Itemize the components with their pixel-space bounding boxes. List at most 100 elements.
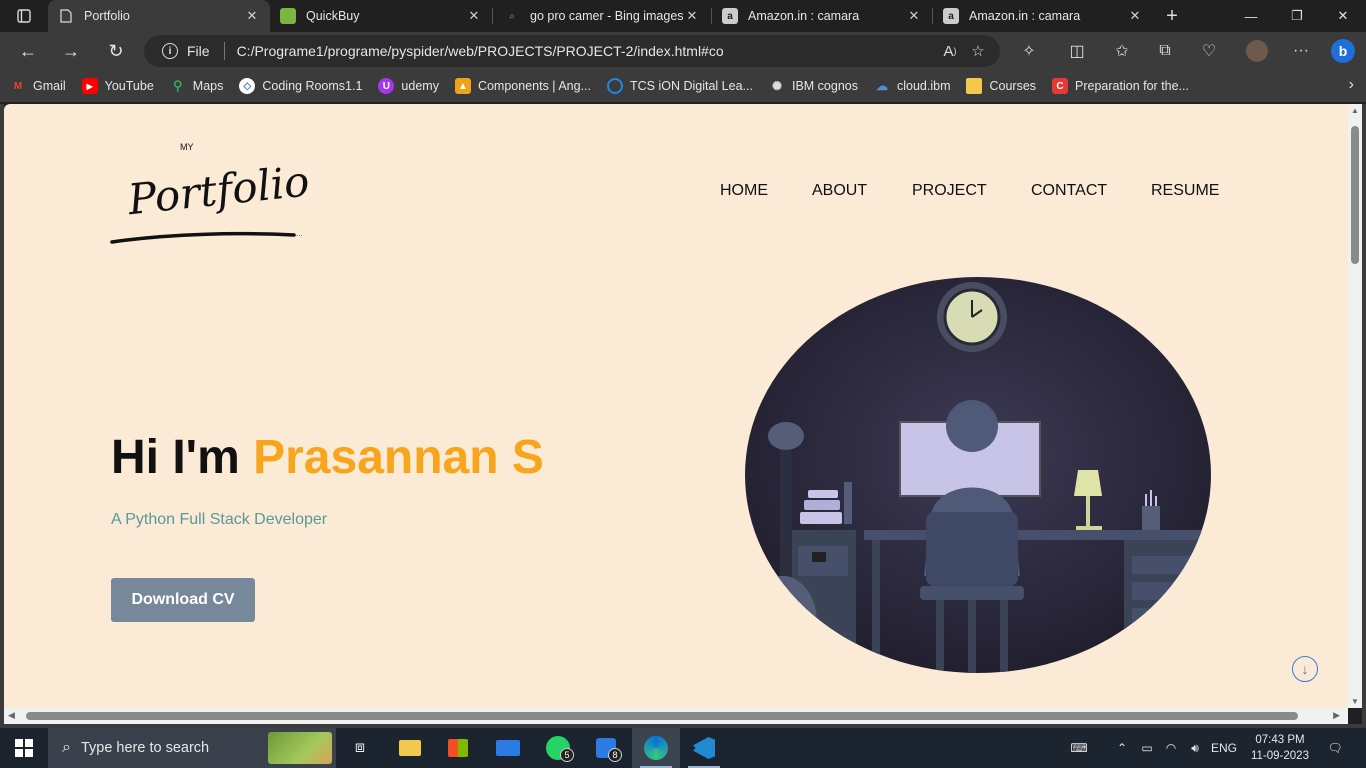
clock[interactable]: 07:43 PM 11-09-2023: [1244, 732, 1316, 764]
close-window-button[interactable]: ✕: [1320, 0, 1366, 32]
touch-keyboard-button[interactable]: ⌨: [1064, 728, 1094, 768]
bookmark-tcs[interactable]: TCS iON Digital Lea...: [607, 78, 753, 94]
angular-icon: ▲: [454, 78, 471, 94]
coding-rooms-icon: ◇: [239, 78, 256, 94]
url-text[interactable]: C:/Programe1/programe/pyspider/web/PROJE…: [237, 43, 936, 59]
store-button[interactable]: [434, 728, 482, 768]
bookmark-label: IBM cognos: [791, 79, 858, 93]
network-button[interactable]: ◠: [1160, 728, 1182, 768]
collections-button[interactable]: ⧉: [1150, 37, 1180, 65]
mail-button[interactable]: [484, 728, 532, 768]
language-indicator[interactable]: ENG: [1208, 728, 1240, 768]
tab-quickbuy[interactable]: QuickBuy ✕: [270, 0, 492, 32]
settings-menu-button[interactable]: ···: [1286, 37, 1316, 65]
notifications-button[interactable]: 🗨︎: [1320, 728, 1350, 768]
tab-strip: Portfolio ✕ QuickBuy ✕ ⌕ go pro camer - …: [0, 0, 1366, 32]
nav-resume[interactable]: RESUME: [1151, 182, 1219, 200]
scroll-down-arrow-icon[interactable]: ▼: [1348, 697, 1362, 706]
new-tab-button[interactable]: +: [1160, 4, 1184, 28]
hero-subtitle: A Python Full Stack Developer: [111, 511, 328, 528]
scroll-left-arrow-icon[interactable]: ◀: [8, 710, 15, 721]
nav-contact[interactable]: CONTACT: [1031, 182, 1107, 200]
bookmark-cloud-ibm[interactable]: ☁ cloud.ibm: [874, 78, 951, 94]
nav-home[interactable]: HOME: [720, 182, 768, 200]
bookmark-youtube[interactable]: ▶ YouTube: [81, 78, 154, 94]
start-button[interactable]: [0, 728, 48, 768]
tab-amazon-1[interactable]: a Amazon.in : camara ✕: [712, 0, 932, 32]
browser-essentials-button[interactable]: ♡: [1194, 37, 1224, 65]
horizontal-scrollbar[interactable]: ◀ ▶: [4, 708, 1348, 724]
scroll-right-arrow-icon[interactable]: ▶: [1333, 710, 1340, 721]
tab-portfolio[interactable]: Portfolio ✕: [48, 0, 270, 32]
search-highlight-image: [268, 732, 332, 764]
plus-icon: +: [1166, 4, 1178, 27]
clock-date: 11-09-2023: [1251, 750, 1309, 762]
windows-icon: [15, 739, 33, 757]
extensions-button[interactable]: ✧: [1014, 37, 1044, 65]
bing-copilot-button[interactable]: b: [1328, 37, 1358, 65]
scroll-down-button[interactable]: ↓: [1292, 656, 1318, 682]
battery-button[interactable]: ▭: [1136, 728, 1158, 768]
show-hidden-icons-button[interactable]: ⌃: [1112, 728, 1132, 768]
bookmark-preparation[interactable]: C Preparation for the...: [1052, 78, 1189, 94]
close-icon[interactable]: ✕: [466, 8, 482, 24]
tab-amazon-2[interactable]: a Amazon.in : camara ✕: [933, 0, 1153, 32]
close-icon[interactable]: ✕: [906, 8, 922, 24]
back-button[interactable]: ←: [14, 37, 42, 65]
forward-button[interactable]: →: [57, 37, 85, 65]
bookmark-label: Gmail: [33, 79, 66, 93]
bookmark-coding-rooms[interactable]: ◇ Coding Rooms1.1: [239, 78, 362, 94]
download-cv-button[interactable]: Download CV: [111, 578, 255, 622]
bookmark-maps[interactable]: ⚲ Maps: [170, 78, 223, 94]
svg-text:MY: MY: [180, 142, 194, 152]
profile-button[interactable]: [1242, 37, 1272, 65]
read-aloud-icon[interactable]: A): [936, 37, 964, 65]
bookmark-components[interactable]: ▲ Components | Ang...: [454, 78, 591, 94]
vscode-button[interactable]: [680, 728, 728, 768]
svg-text:...: ...: [296, 229, 303, 238]
split-screen-button[interactable]: ◫: [1062, 37, 1092, 65]
close-icon[interactable]: ✕: [1127, 8, 1143, 24]
info-icon[interactable]: i: [162, 43, 178, 59]
window-frame: [1362, 104, 1366, 724]
nav-about[interactable]: ABOUT: [812, 182, 867, 200]
mail-icon: [496, 740, 520, 756]
app-button[interactable]: 8: [582, 728, 630, 768]
refresh-button[interactable]: ↻: [102, 37, 130, 65]
heart-pulse-icon: ♡: [1201, 43, 1217, 60]
close-icon[interactable]: ✕: [244, 8, 260, 24]
whatsapp-button[interactable]: 5: [534, 728, 582, 768]
scroll-up-arrow-icon[interactable]: ▲: [1348, 106, 1362, 115]
file-explorer-button[interactable]: [386, 728, 434, 768]
restore-button[interactable]: ❐: [1274, 0, 1320, 32]
address-bar[interactable]: i File C:/Programe1/programe/pyspider/we…: [144, 35, 1000, 67]
task-view-button[interactable]: ⧈: [336, 728, 384, 768]
ibm-icon: ✺: [771, 79, 782, 93]
bookmark-gmail[interactable]: M Gmail: [10, 78, 66, 94]
scrollbar-thumb[interactable]: [26, 712, 1298, 720]
favorite-star-icon[interactable]: ☆: [964, 37, 992, 65]
notification-badge: 8: [608, 748, 622, 762]
bookmark-courses[interactable]: Courses: [966, 78, 1036, 94]
bing-icon: b: [1331, 39, 1355, 63]
tcs-icon: [607, 78, 623, 94]
arrow-down-icon: ↓: [1301, 661, 1309, 677]
favorites-button[interactable]: ✩: [1107, 37, 1137, 65]
volume-button[interactable]: 🔊︎: [1184, 728, 1206, 768]
minimize-button[interactable]: —: [1228, 0, 1274, 32]
scrollbar-thumb[interactable]: [1351, 126, 1359, 264]
bookmark-label: Coding Rooms1.1: [262, 79, 363, 93]
bookmark-ibm-cognos[interactable]: ✺ IBM cognos: [769, 78, 858, 94]
nav-project[interactable]: PROJECT: [912, 182, 987, 200]
logo[interactable]: MY Portfolio ...: [108, 134, 318, 249]
chevron-right-icon[interactable]: ›: [1349, 76, 1354, 94]
tab-actions-button[interactable]: [0, 0, 48, 32]
bookmark-udemy[interactable]: Uudemy: [378, 78, 439, 94]
vertical-scrollbar[interactable]: ▲ ▼: [1348, 104, 1362, 708]
address-bar-row: ← → ↻ i File C:/Programe1/programe/pyspi…: [0, 32, 1366, 70]
tab-bing-images[interactable]: ⌕ go pro camer - Bing images ✕: [494, 0, 710, 32]
taskbar-search[interactable]: ⌕ Type here to search: [48, 728, 336, 768]
close-icon[interactable]: ✕: [684, 8, 700, 24]
edge-button[interactable]: [632, 728, 680, 768]
page-icon: [58, 8, 74, 24]
